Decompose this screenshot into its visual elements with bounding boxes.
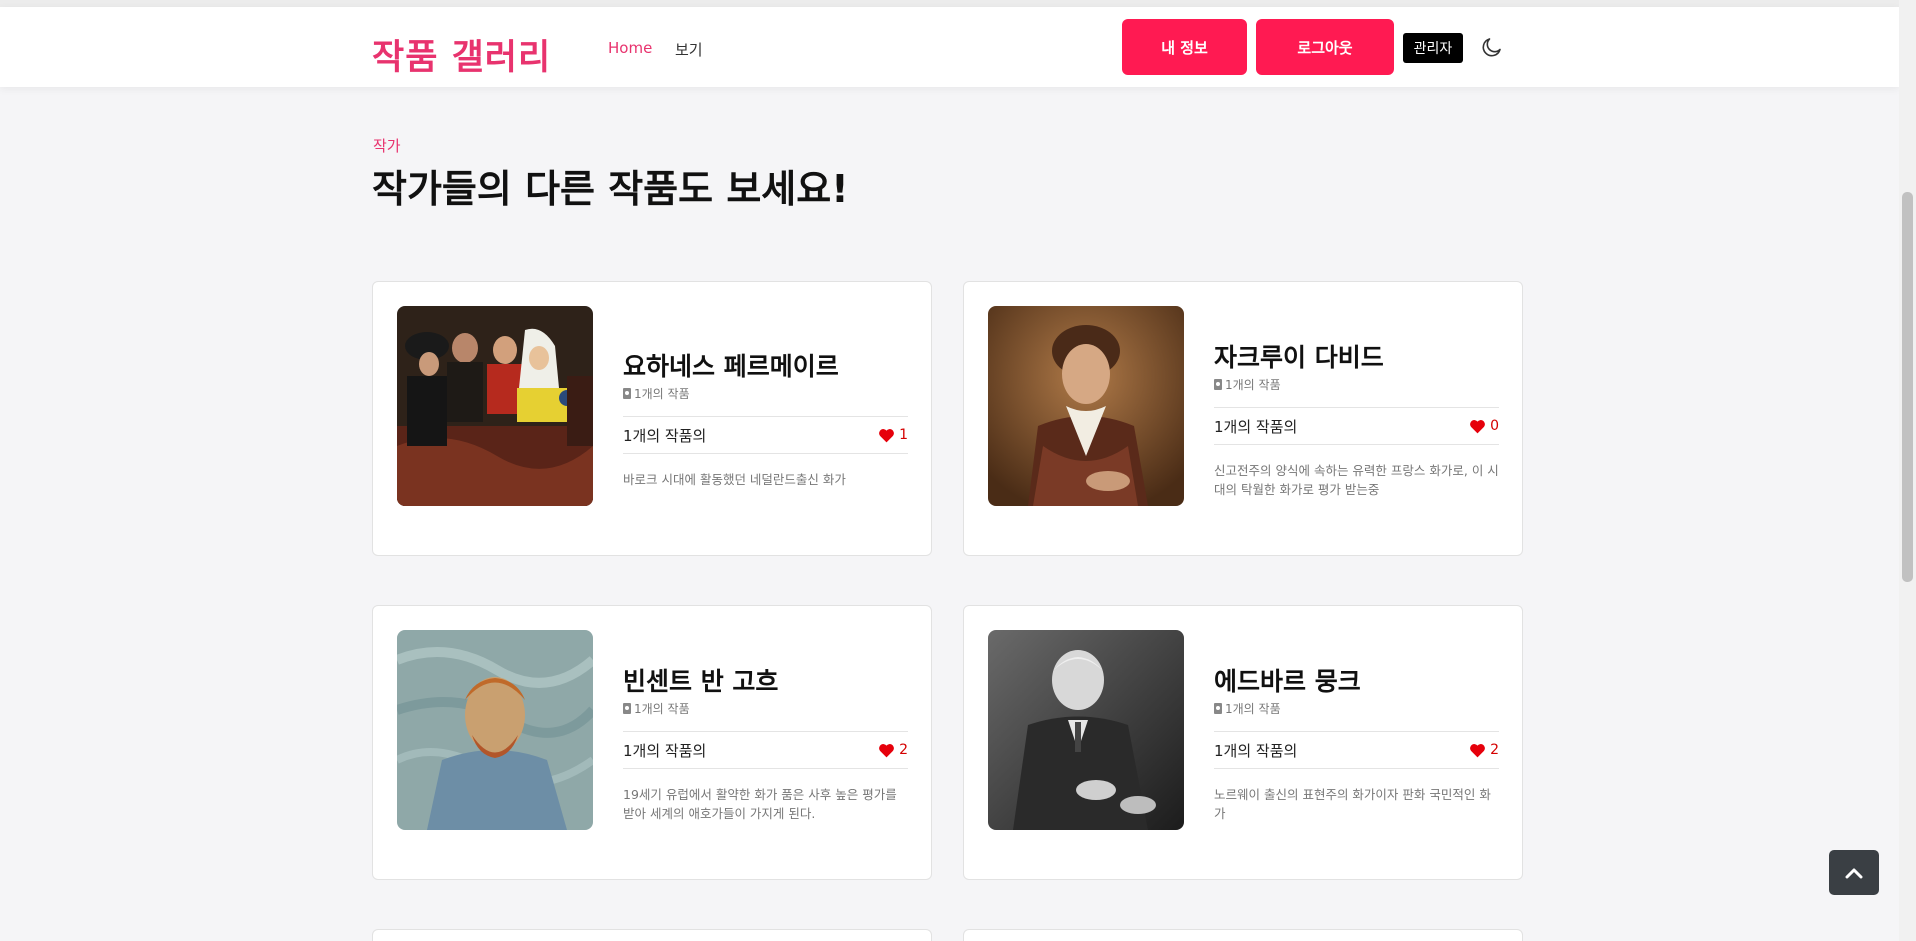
likes-row: 1개의 작품의 0 <box>1214 407 1499 445</box>
works-count: 1개의 작품 <box>623 385 908 402</box>
likes-row: 1개의 작품의 2 <box>1214 731 1499 769</box>
artist-description: 노르웨이 출신의 표현주의 화가이자 판화 국민적인 화가 <box>1214 787 1491 821</box>
section-subtitle: 작가 <box>373 137 401 155</box>
likes-row: 1개의 작품의 2 <box>623 731 908 769</box>
works-count-text: 1개의 작품 <box>634 702 690 716</box>
artist-info: 에드바르 뭉크 1개의 작품 1개의 작품의 2 노르웨이 출신의 표현주의 화… <box>1214 662 1499 823</box>
book-icon <box>1214 703 1222 714</box>
artist-portrait-van-gogh[interactable] <box>397 630 593 830</box>
back-to-top-button[interactable] <box>1829 850 1879 895</box>
works-label: 1개의 작품의 <box>1214 741 1298 760</box>
scrollbar-thumb[interactable] <box>1902 192 1913 582</box>
artist-card-partial[interactable] <box>963 929 1523 941</box>
artist-info: 자크루이 다비드 1개의 작품 1개의 작품의 0 신고전주의 양식에 속하는 … <box>1214 338 1499 499</box>
section-title: 작가들의 다른 작품도 보세요! <box>372 167 849 211</box>
works-count: 1개의 작품 <box>623 700 908 717</box>
like-count: 2 <box>899 742 908 758</box>
heart-icon <box>879 428 894 442</box>
book-icon <box>623 703 631 714</box>
artist-portrait-david[interactable] <box>988 306 1184 506</box>
works-count-text: 1개의 작품 <box>1225 378 1281 392</box>
artist-name[interactable]: 자크루이 다비드 <box>1214 338 1499 374</box>
heart-icon <box>879 743 894 757</box>
heart-icon <box>1470 743 1485 757</box>
artist-description: 바로크 시대에 활동했던 네덜란드출신 화가 <box>623 472 846 487</box>
artist-card[interactable]: 자크루이 다비드 1개의 작품 1개의 작품의 0 신고전주의 양식에 속하는 … <box>963 281 1523 556</box>
artist-description: 신고전주의 양식에 속하는 유력한 프랑스 화가로, 이 시대의 탁월한 화가로… <box>1214 463 1499 497</box>
works-count-text: 1개의 작품 <box>634 387 690 401</box>
like-button[interactable]: 0 <box>1469 418 1499 434</box>
nav-view-link[interactable]: 보기 <box>675 39 703 60</box>
logout-button[interactable]: 로그아웃 <box>1256 19 1394 75</box>
artist-card[interactable]: 요하네스 페르메이르 1개의 작품 1개의 작품의 1 바로크 시대에 활동했던… <box>372 281 932 556</box>
heart-icon <box>1470 419 1485 433</box>
artist-card-partial[interactable] <box>372 929 932 941</box>
navbar: 작품 갤러리 Home 보기 내 정보 로그아웃 관리자 <box>0 7 1899 87</box>
like-button[interactable]: 1 <box>878 427 908 443</box>
artist-info: 빈센트 반 고흐 1개의 작품 1개의 작품의 2 19세기 유럽에서 활약한 … <box>623 662 908 823</box>
works-label: 1개의 작품의 <box>1214 417 1298 436</box>
works-count-text: 1개의 작품 <box>1225 702 1281 716</box>
like-button[interactable]: 2 <box>1469 742 1499 758</box>
nav-home-link[interactable]: Home <box>608 39 652 57</box>
like-count: 2 <box>1490 742 1499 758</box>
works-count: 1개의 작품 <box>1214 376 1499 393</box>
book-icon <box>623 388 631 399</box>
my-info-button[interactable]: 내 정보 <box>1122 19 1247 75</box>
artist-name[interactable]: 요하네스 페르메이르 <box>623 347 908 383</box>
browser-top-strip <box>0 0 1916 7</box>
artist-name[interactable]: 에드바르 뭉크 <box>1214 662 1499 698</box>
artist-name[interactable]: 빈센트 반 고흐 <box>623 662 908 698</box>
like-button[interactable]: 2 <box>878 742 908 758</box>
works-label: 1개의 작품의 <box>623 741 707 760</box>
artist-card[interactable]: 에드바르 뭉크 1개의 작품 1개의 작품의 2 노르웨이 출신의 표현주의 화… <box>963 605 1523 880</box>
works-label: 1개의 작품의 <box>623 426 707 445</box>
artist-card[interactable]: 빈센트 반 고흐 1개의 작품 1개의 작품의 2 19세기 유럽에서 활약한 … <box>372 605 932 880</box>
likes-row: 1개의 작품의 1 <box>623 416 908 454</box>
artist-info: 요하네스 페르메이르 1개의 작품 1개의 작품의 1 바로크 시대에 활동했던… <box>623 347 908 489</box>
book-icon <box>1214 379 1222 390</box>
artist-portrait-munch[interactable] <box>988 630 1184 830</box>
like-count: 1 <box>899 427 908 443</box>
like-count: 0 <box>1490 418 1499 434</box>
works-count: 1개의 작품 <box>1214 700 1499 717</box>
artist-description: 19세기 유럽에서 활약한 화가 품은 사후 높은 평가를 받아 세계의 애호가… <box>623 787 897 821</box>
moon-icon[interactable] <box>1480 35 1504 59</box>
admin-button[interactable]: 관리자 <box>1403 33 1463 63</box>
brand-logo[interactable]: 작품 갤러리 <box>372 29 551 80</box>
artist-portrait-vermeer[interactable] <box>397 306 593 506</box>
chevron-up-icon <box>1845 868 1863 878</box>
